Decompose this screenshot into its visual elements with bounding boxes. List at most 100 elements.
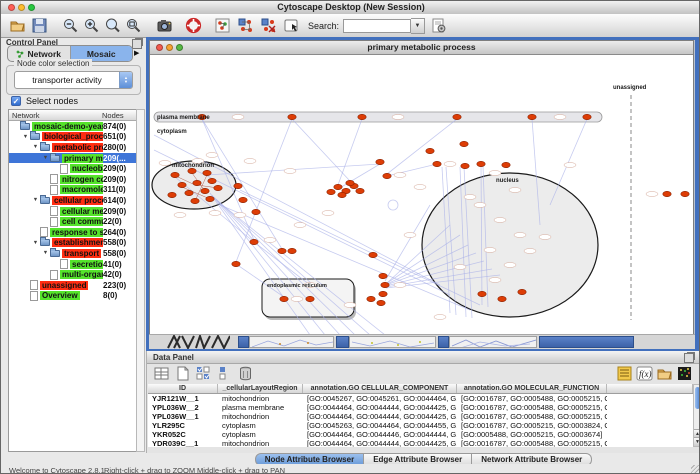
- destroy-view-icon[interactable]: [260, 17, 277, 34]
- network-node[interactable]: [453, 114, 461, 119]
- expand-arrow-icon[interactable]: ▼: [41, 155, 50, 161]
- network-node[interactable]: [252, 209, 260, 214]
- network-node[interactable]: [178, 182, 186, 187]
- expand-arrow-icon[interactable]: ▼: [21, 134, 30, 140]
- tree-row-biological-process[interactable]: ▼biological_process651(0): [9, 132, 136, 143]
- network-node[interactable]: [206, 196, 214, 201]
- create-attribute-icon[interactable]: [174, 365, 191, 382]
- background-window-titlebar[interactable]: [438, 336, 449, 348]
- network-node[interactable]: [433, 161, 441, 166]
- network-node[interactable]: [377, 300, 385, 305]
- network-node[interactable]: [460, 141, 468, 146]
- search-dropdown-arrow[interactable]: ▼: [411, 18, 425, 34]
- column-header[interactable]: _cellularLayoutRegion: [218, 384, 303, 393]
- network-node[interactable]: [327, 189, 335, 194]
- network-node[interactable]: [498, 296, 506, 301]
- delete-attribute-icon[interactable]: [237, 365, 254, 382]
- network-node[interactable]: [379, 273, 387, 278]
- help-icon[interactable]: [185, 17, 202, 34]
- background-window-preview[interactable]: [249, 336, 334, 348]
- table-row[interactable]: YDR039C__1mitochondrion[GO:0044464, GO:0…: [148, 439, 693, 447]
- network-node[interactable]: [239, 197, 247, 202]
- tree-row-establishment-of-lo[interactable]: ▼establishment of lo558(0): [9, 238, 136, 249]
- float-panel-icon[interactable]: [684, 353, 694, 363]
- network-node[interactable]: [234, 183, 242, 188]
- resize-grip[interactable]: [691, 465, 700, 474]
- table-row[interactable]: YPL036W__2plasma membrane[GO:0044464, GO…: [148, 403, 693, 412]
- node-color-dropdown[interactable]: transporter activity ▲▼: [14, 71, 133, 89]
- tree-row-nucleobase-[interactable]: nucleobase-209(0): [9, 163, 136, 174]
- network-node[interactable]: [214, 185, 222, 190]
- create-view-icon[interactable]: [237, 17, 254, 34]
- tree-row-overview[interactable]: Overview8(0): [9, 291, 136, 302]
- network-canvas[interactable]: plasma membranecytoplasmmitochondrionnuc…: [150, 55, 693, 334]
- expand-arrow-icon[interactable]: ▼: [31, 144, 40, 150]
- network-node[interactable]: [518, 289, 526, 294]
- select-nodes-checkbox[interactable]: ✓: [11, 96, 21, 106]
- network-node[interactable]: [208, 178, 216, 183]
- network-node[interactable]: [583, 114, 591, 119]
- network-node[interactable]: [376, 159, 384, 164]
- zoom-in-icon[interactable]: [83, 17, 100, 34]
- network-node[interactable]: [381, 282, 389, 287]
- open-attributes-icon[interactable]: [656, 365, 673, 382]
- tree-row-nitrogen-compo[interactable]: nitrogen compo209(0): [9, 174, 136, 185]
- table-row[interactable]: YKR052Ccytoplasm[GO:0044464, GO:0044446,…: [148, 430, 693, 439]
- network-node[interactable]: [334, 184, 342, 189]
- expand-arrow-icon[interactable]: ▼: [41, 250, 50, 256]
- search-config-icon[interactable]: [430, 17, 447, 34]
- network-node[interactable]: [477, 161, 485, 166]
- float-panel-icon[interactable]: [132, 39, 142, 49]
- scrollbar-thumb[interactable]: [695, 387, 700, 409]
- network-node[interactable]: [201, 188, 209, 193]
- network-node[interactable]: [250, 239, 258, 244]
- network-node[interactable]: [288, 114, 296, 119]
- tree-row-cellular-metabo[interactable]: cellular metabo209(0): [9, 206, 136, 217]
- zoom-selected-icon[interactable]: [104, 17, 121, 34]
- network-node[interactable]: [379, 291, 387, 296]
- zoom-out-icon[interactable]: [62, 17, 79, 34]
- column-header[interactable]: annotation.GO CELLULAR_COMPONENT: [303, 384, 457, 393]
- column-header[interactable]: annotation.GO MOLECULAR_FUNCTION: [457, 384, 607, 393]
- network-node[interactable]: [306, 296, 314, 301]
- tree-row-primary-metabo[interactable]: ▼primary metabo209(...: [9, 153, 136, 164]
- select-all-attributes-icon[interactable]: [195, 365, 212, 382]
- tab-overflow-arrow[interactable]: ▶: [134, 49, 139, 57]
- change-view-icon[interactable]: [214, 17, 231, 34]
- network-node[interactable]: [663, 191, 671, 196]
- attribute-select-icon[interactable]: [153, 365, 170, 382]
- network-node[interactable]: [280, 296, 288, 301]
- network-node[interactable]: [288, 248, 296, 253]
- attribute-table[interactable]: ID_cellularLayoutRegionannotation.GO CEL…: [148, 384, 693, 447]
- network-node[interactable]: [203, 170, 211, 175]
- network-node[interactable]: [191, 198, 199, 203]
- network-node[interactable]: [193, 180, 201, 185]
- table-row[interactable]: YJR121W__1mitochondrion[GO:0045267, GO:0…: [148, 394, 693, 403]
- tree-row-multi-organism-pro[interactable]: multi-organism pro42(0): [9, 269, 136, 280]
- formula-builder-icon[interactable]: f(x): [636, 365, 653, 382]
- tree-row-macromolecule[interactable]: macromolecule311(0): [9, 185, 136, 196]
- network-node[interactable]: [358, 114, 366, 119]
- unselect-all-attributes-icon[interactable]: [216, 365, 233, 382]
- import-table-icon[interactable]: [616, 365, 633, 382]
- table-row[interactable]: YPL036W__1mitochondrion[GO:0044464, GO:0…: [148, 412, 693, 421]
- tree-row-cellular-process[interactable]: ▼cellular process614(0): [9, 195, 136, 206]
- expand-arrow-icon[interactable]: ▼: [31, 197, 40, 203]
- network-node[interactable]: [426, 148, 434, 153]
- network-view-window[interactable]: primary metabolic process plasma membran…: [149, 40, 694, 334]
- tree-scrollbar[interactable]: [136, 109, 145, 452]
- network-edge[interactable]: [292, 119, 350, 181]
- search-input[interactable]: [343, 19, 411, 33]
- network-view-titlebar[interactable]: primary metabolic process: [150, 41, 693, 55]
- background-window-preview[interactable]: [349, 336, 436, 348]
- zoom-fit-icon[interactable]: [125, 17, 142, 34]
- network-node[interactable]: [478, 291, 486, 296]
- network-node[interactable]: [346, 180, 354, 185]
- network-node[interactable]: [528, 114, 536, 119]
- table-row[interactable]: YLR295Ccytoplasm[GO:0045263, GO:0044464,…: [148, 421, 693, 430]
- expand-arrow-icon[interactable]: ▼: [31, 240, 40, 246]
- tree-row-metabolic-process[interactable]: ▼metabolic process280(0): [9, 142, 136, 153]
- network-edge[interactable]: [338, 119, 362, 185]
- network-node[interactable]: [502, 162, 510, 167]
- annotation-icon[interactable]: [283, 17, 300, 34]
